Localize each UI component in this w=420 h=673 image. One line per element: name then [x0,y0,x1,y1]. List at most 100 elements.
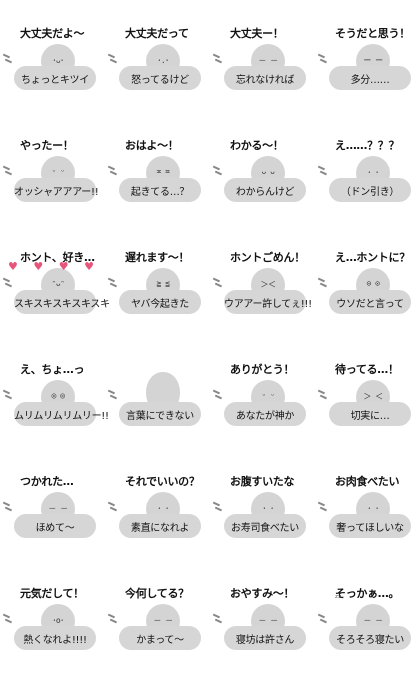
sticker-caption: そうだと思う！ [335,27,410,40]
bubble-text: ヤバ今起きた [131,299,189,310]
sticker-23[interactable]: おやすみ～！ － － 寝坊は許さん [210,560,315,672]
sticker-19[interactable]: お腹すいたな ･ ･ お寿司食べたい [210,448,315,560]
face-icon: ･ ･ [262,504,274,513]
face-icon: － － [48,504,68,513]
bubble-text: 忘れなければ [235,75,295,86]
sticker-5[interactable]: やったー！ ᵕ ᵕ オッシャアアアー!! [0,112,105,224]
sticker-caption: 大丈夫だよ～ [20,27,85,40]
sticker-17[interactable]: つかれた… － － ほめて～ [0,448,105,560]
bubble-text: ウソだと言って [336,299,404,310]
speech-bubble: 怒ってるけど [119,66,201,90]
face-icon: ᵕ ᵕ [261,391,275,400]
motion-lines-icon [108,388,120,404]
speech-bubble: そろそろ寝たい [329,626,411,650]
face-icon: ᵔᴗᵔ [51,279,65,288]
speech-bubble: わからんけど [224,178,306,202]
speech-bubble: 忘れなければ [224,66,306,90]
motion-lines-icon [108,612,120,628]
speech-bubble: ヤバ今起きた [119,290,201,314]
sticker-caption: 大丈夫ー！ [230,27,284,40]
motion-lines-icon [318,52,330,68]
speech-bubble: 多分…… [329,66,411,90]
sticker-7[interactable]: わかる～！ ᴗ ᴗ わからんけど [210,112,315,224]
bubble-text: 奢ってほしいな [336,523,404,534]
sticker-12[interactable]: え…ホントに？ ⊙ ⊙ ウソだと言って [315,224,420,336]
bubble-text: 言葉にできない [126,411,194,422]
sticker-20[interactable]: お肉食べたい ･ ･ 奢ってほしいな [315,448,420,560]
sleep-icon: ᶻᶻ [335,594,342,604]
face-icon: － － [363,616,383,625]
sticker-caption: お腹すいたな [230,475,295,488]
bubble-text: あなたが神か [235,411,295,422]
sticker-24[interactable]: そっかぁ…。 － － ᶻᶻ そろそろ寝たい [315,560,420,672]
speech-bubble: あなたが神か [224,402,306,426]
motion-lines-icon [213,612,225,628]
motion-lines-icon [213,388,225,404]
bubble-text: 切実に… [350,411,390,422]
motion-lines-icon [318,612,330,628]
speech-bubble: 奢ってほしいな [329,514,411,538]
sticker-caption: ホントごめん！ [230,251,305,264]
sticker-10[interactable]: 遅れます～！ ≧ ≦ ヤバ今起きた [105,224,210,336]
bubble-text: お寿司食べたい [231,523,299,534]
sticker-caption: 元気だして！ [20,587,84,600]
motion-lines-icon [318,500,330,516]
hearts-icon: ♥ ♥ ♥ ♥ [8,260,100,273]
sticker-21[interactable]: 元気だして！ ･o･ 熱くなれよ!!!! [0,560,105,672]
speech-bubble: 熱くなれよ!!!! [14,626,96,650]
speech-bubble: ちょっとキツイ [14,66,96,90]
sticker-11[interactable]: ホントごめん！ ＞＜ ウアアー許してぇ!!! [210,224,315,336]
speech-bubble: お寿司食べたい [224,514,306,538]
sticker-6[interactable]: おはよ～！ ≖ ≖ 起きてる…？ [105,112,210,224]
face-icon: ー ー [363,56,383,65]
sticker-caption: 今何してる？ [125,587,189,600]
sticker-13[interactable]: え、ちょ…っ ◎ ◎ ムリムリムリムリー!! [0,336,109,448]
face-icon: － － [258,56,278,65]
motion-lines-icon [3,164,15,180]
sticker-caption: え…ホントに？ [335,251,410,264]
face-icon: ⊙ ⊙ [366,279,380,288]
speech-bubble: 素直になれよ [119,514,201,538]
sticker-2[interactable]: 大丈夫だって ･.･ 怒ってるけど [105,0,210,112]
sticker-16[interactable]: 待ってる…！ ＞ ＜ 切実に… [315,336,420,448]
face-icon: ＞ ＜ [363,392,383,401]
face-icon: － － [258,616,278,625]
sticker-9[interactable]: ホント、好き… ᵔᴗᵔ ♥ ♥ ♥ ♥ スキスキスキスキスキ [0,224,110,336]
sticker-15[interactable]: ありがとう！ ᵕ ᵕ あなたが神か [210,336,315,448]
face-icon: － － [153,616,173,625]
speech-bubble: 寝坊は許さん [224,626,306,650]
face-icon: ･ ･ [367,168,379,177]
motion-lines-icon [213,500,225,516]
motion-lines-icon [108,276,120,292]
bubble-text: わからんけど [235,187,295,198]
bubble-text: 多分…… [350,75,390,86]
sticker-caption: つかれた… [20,475,74,488]
motion-lines-icon [318,164,330,180]
sticker-1[interactable]: 大丈夫だよ～ ･ᴗ･ ちょっとキツイ [0,0,105,112]
face-icon: ･ᴗ･ [52,56,64,65]
motion-lines-icon [213,52,225,68]
motion-lines-icon [3,500,15,516]
sticker-3[interactable]: 大丈夫ー！ － － 忘れなければ [210,0,315,112]
speech-bubble: 切実に… [329,402,411,426]
speech-bubble: ウアアー許してぇ!!! [224,290,312,314]
sticker-caption: 遅れます～！ [125,251,190,264]
face-icon: ≧ ≦ [156,279,170,288]
bubble-text: ウアアー許してぇ!!! [224,299,312,310]
face-icon: ･o･ [52,616,64,625]
bubble-text: ちょっとキツイ [21,75,89,86]
motion-lines-icon [108,500,120,516]
sticker-caption: おはよ～！ [125,139,179,152]
bubble-text: スキスキスキスキスキ [14,299,110,310]
sticker-14[interactable]: 言葉にできない [105,336,210,448]
face-icon: ᵕ ᵕ [51,167,65,176]
motion-lines-icon [3,612,15,628]
motion-lines-icon [108,164,120,180]
bubble-text: 寝坊は許さん [235,635,295,646]
sticker-22[interactable]: 今何してる？ － － かまって～ [105,560,210,672]
face-icon: ≖ ≖ [156,167,170,176]
sticker-8[interactable]: え……？？？ ･ ･ （ドン引き） [315,112,420,224]
sticker-18[interactable]: それでいいの？ ･ ･ 素直になれよ [105,448,210,560]
sticker-4[interactable]: そうだと思う！ ー ー多分…… [315,0,420,112]
motion-lines-icon [213,276,225,292]
